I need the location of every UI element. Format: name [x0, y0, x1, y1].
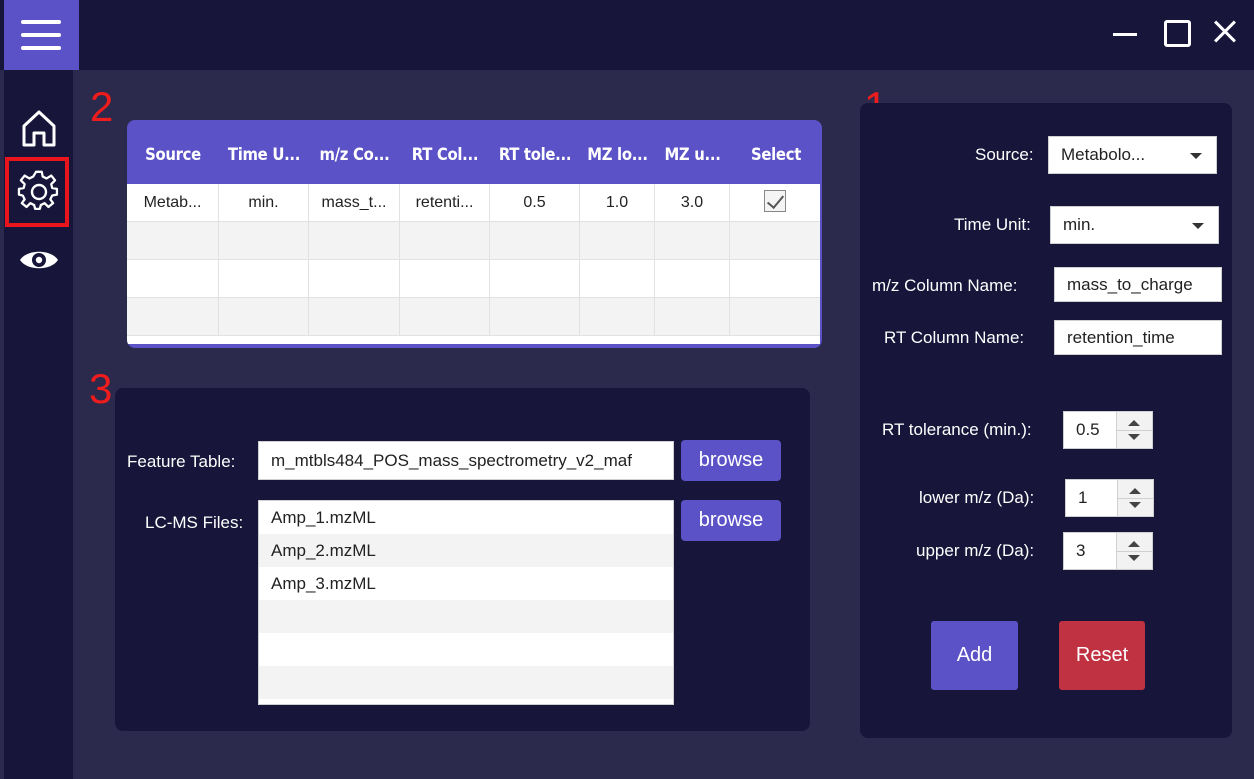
column-header[interactable]: MZ lo...: [580, 120, 655, 184]
source-select[interactable]: Metabolo...: [1048, 136, 1217, 174]
list-item[interactable]: Amp_2.mzML: [259, 534, 673, 567]
list-item: [259, 633, 673, 666]
list-item[interactable]: Amp_1.mzML: [259, 501, 673, 534]
time-unit-label: Time Unit:: [954, 215, 1031, 234]
column-header[interactable]: Time U...: [219, 120, 309, 184]
time-unit-value: min.: [1063, 215, 1096, 234]
annotation-3: 3: [89, 365, 113, 412]
column-header[interactable]: Source: [127, 120, 219, 184]
minimize-icon[interactable]: [1110, 16, 1140, 46]
home-icon[interactable]: [17, 106, 61, 150]
lower-mz-spinbox[interactable]: 1: [1065, 479, 1154, 517]
table-cell[interactable]: 0.5: [490, 184, 580, 221]
upper-mz-value: 3: [1076, 541, 1086, 560]
stepper-arrows[interactable]: [1116, 533, 1152, 569]
chevron-up-icon[interactable]: [1128, 420, 1140, 426]
rt-column-label: RT Column Name:: [884, 328, 1025, 347]
menu-line: [21, 20, 61, 24]
chevron-down-icon[interactable]: [1129, 502, 1141, 508]
entries-table: Source Time U... m/z Co... RT Col... RT …: [127, 120, 822, 348]
table-header: Source Time U... m/z Co... RT Col... RT …: [127, 120, 822, 184]
rt-tolerance-spinbox[interactable]: 0.5: [1063, 411, 1153, 449]
column-header[interactable]: RT tole...: [490, 120, 580, 184]
hamburger-menu-button[interactable]: [4, 0, 79, 70]
list-item: [259, 666, 673, 699]
stepper-arrows[interactable]: [1117, 480, 1153, 516]
time-unit-select[interactable]: min.: [1050, 206, 1219, 244]
title-bar: [0, 0, 1254, 70]
list-item[interactable]: Amp_3.mzML: [259, 567, 673, 600]
chevron-down-icon[interactable]: [1128, 434, 1140, 440]
table-cell[interactable]: Metab...: [127, 184, 219, 221]
table-row: [127, 260, 820, 298]
chevron-down-icon: [1192, 223, 1204, 229]
annotation-2: 2: [90, 83, 114, 130]
table-body: Metab... min. mass_t... retenti... 0.5 1…: [127, 184, 820, 344]
chevron-up-icon[interactable]: [1128, 541, 1140, 547]
stepper-arrows[interactable]: [1116, 412, 1152, 448]
close-icon[interactable]: [1210, 16, 1240, 46]
selected-nav-highlight: [5, 157, 69, 227]
lower-mz-label: lower m/z (Da):: [919, 488, 1035, 507]
eye-icon[interactable]: [17, 238, 61, 282]
browse-lcms-files-button[interactable]: browse: [681, 500, 781, 541]
sidebar: [4, 70, 73, 779]
table-cell: [730, 184, 820, 221]
rt-tolerance-label: RT tolerance (min.):: [882, 420, 1032, 439]
add-button[interactable]: Add: [931, 621, 1018, 690]
feature-table-input[interactable]: m_mtbls484_POS_mass_spectrometry_v2_maf: [258, 441, 674, 480]
menu-line: [21, 46, 61, 50]
upper-mz-label: upper m/z (Da):: [916, 541, 1035, 560]
lower-mz-value: 1: [1078, 488, 1088, 507]
table-row[interactable]: Metab... min. mass_t... retenti... 0.5 1…: [127, 184, 820, 222]
reset-button[interactable]: Reset: [1059, 621, 1145, 690]
table-cell[interactable]: 3.0: [655, 184, 730, 221]
mz-column-input[interactable]: mass_to_charge: [1054, 267, 1222, 302]
chevron-down-icon: [1190, 153, 1202, 159]
column-header[interactable]: m/z Co...: [309, 120, 400, 184]
source-label: Source:: [975, 145, 1034, 164]
list-item: [259, 600, 673, 633]
chevron-up-icon[interactable]: [1129, 488, 1141, 494]
mz-column-label: m/z Column Name:: [872, 276, 1018, 295]
table-cell[interactable]: min.: [219, 184, 309, 221]
select-checkbox[interactable]: [764, 189, 786, 212]
rt-column-input[interactable]: retention_time: [1054, 320, 1222, 355]
table-cell[interactable]: 1.0: [580, 184, 655, 221]
source-value: Metabolo...: [1061, 145, 1146, 164]
table-row: [127, 222, 820, 260]
table-cell[interactable]: mass_t...: [309, 184, 400, 221]
column-header[interactable]: MZ u...: [655, 120, 730, 184]
upper-mz-spinbox[interactable]: 3: [1063, 532, 1153, 570]
table-row: [127, 298, 820, 336]
chevron-down-icon[interactable]: [1128, 555, 1140, 561]
lcms-files-label: LC-MS Files:: [145, 513, 244, 532]
browse-feature-table-button[interactable]: browse: [681, 440, 781, 481]
rt-tolerance-value: 0.5: [1076, 420, 1100, 439]
maximize-icon[interactable]: [1160, 16, 1191, 47]
column-header[interactable]: RT Col...: [400, 120, 490, 184]
lcms-files-list[interactable]: Amp_1.mzML Amp_2.mzML Amp_3.mzML: [258, 500, 674, 705]
menu-line: [21, 33, 61, 37]
column-header[interactable]: Select: [730, 120, 822, 184]
table-cell[interactable]: retenti...: [400, 184, 490, 221]
feature-table-label: Feature Table:: [127, 452, 236, 471]
